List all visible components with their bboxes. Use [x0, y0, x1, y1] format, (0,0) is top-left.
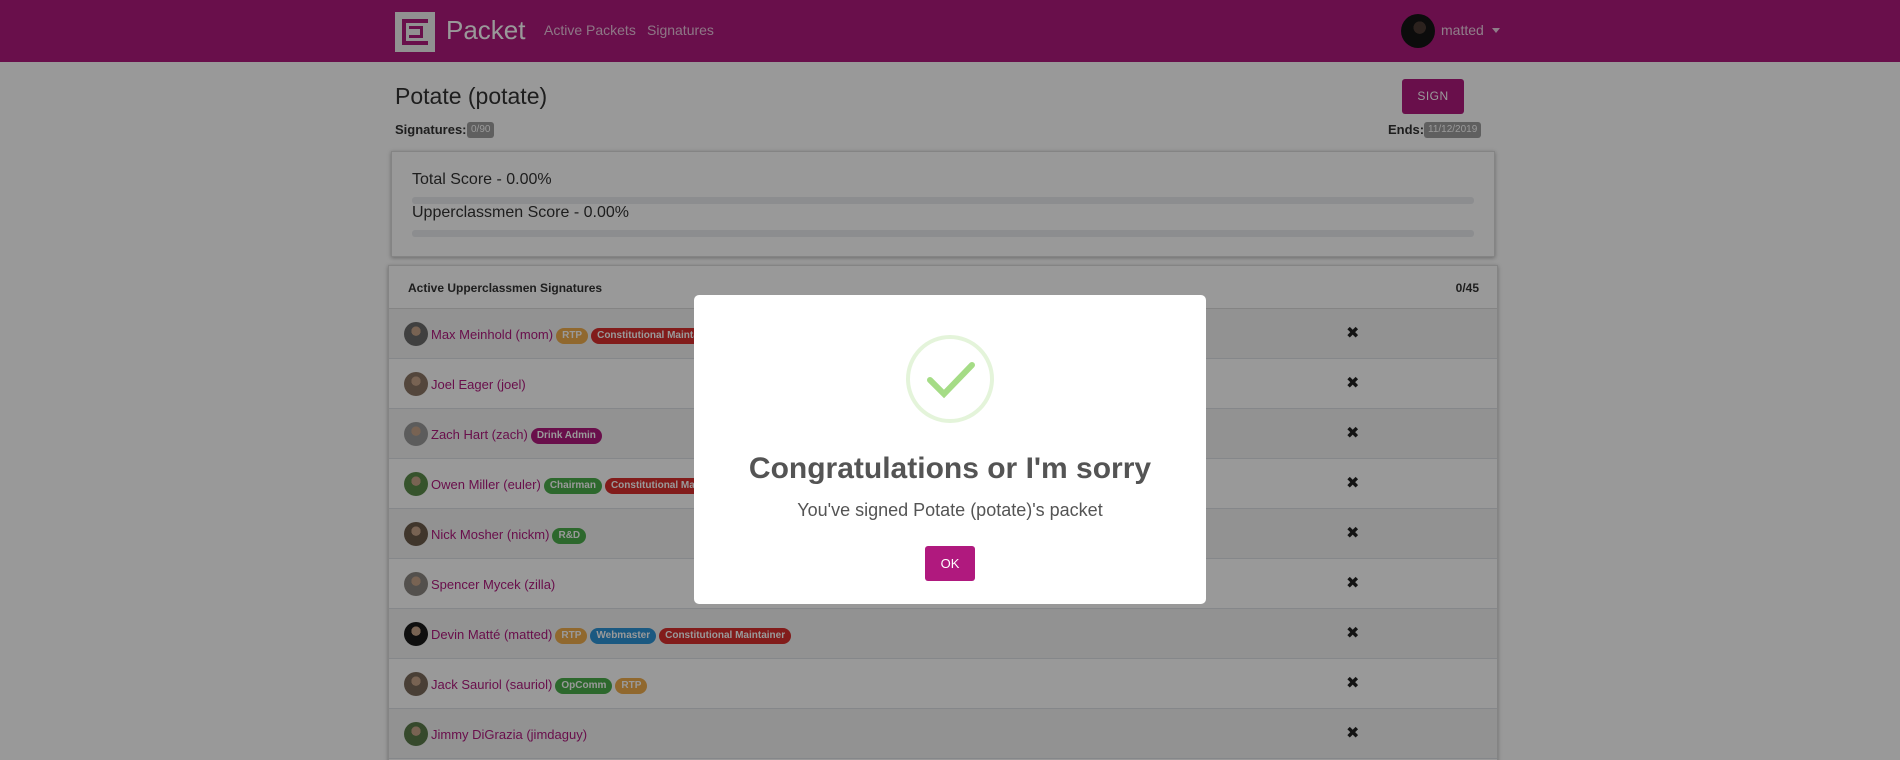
success-dialog: Congratulations or I'm sorry You've sign… [694, 295, 1206, 604]
ok-button[interactable]: OK [925, 546, 975, 581]
dialog-title: Congratulations or I'm sorry [748, 452, 1152, 485]
success-check-icon [906, 335, 994, 423]
dialog-message: You've signed Potate (potate)'s packet [797, 500, 1103, 520]
